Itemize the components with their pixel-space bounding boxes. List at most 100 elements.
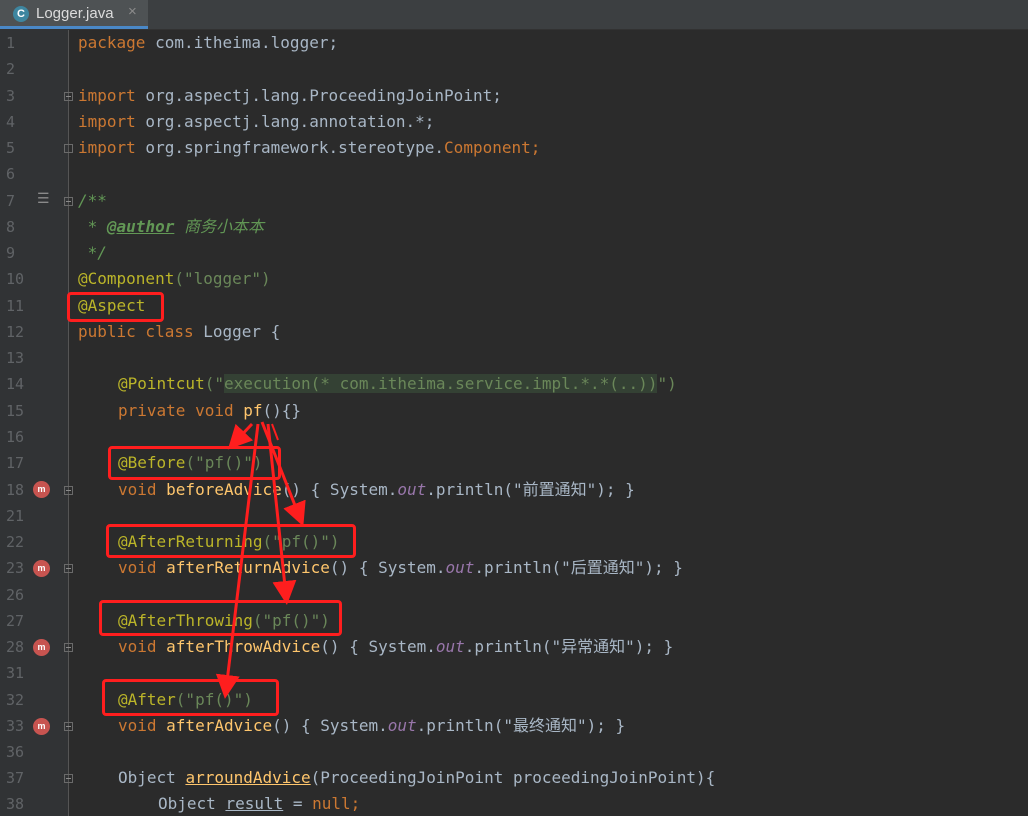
advice-gutter-icon[interactable]: m (33, 639, 50, 656)
keyword: import (78, 112, 136, 131)
method-name: beforeAdvice (156, 480, 282, 499)
keyword: import (78, 138, 136, 157)
line-number: 2 (6, 60, 16, 78)
line-number: 14 (6, 375, 25, 393)
line-number: 1 (6, 34, 16, 52)
fold-toggle[interactable] (64, 643, 73, 652)
code-line-28: void afterThrowAdvice() { System.out.pri… (118, 637, 673, 657)
code-text: org.springframework.stereotype. (135, 138, 445, 157)
method-name: pf (233, 401, 263, 420)
code-text: = (283, 794, 313, 813)
code-text: ; (350, 794, 361, 813)
code-text: .println("异常通知"); } (464, 637, 674, 656)
fold-toggle[interactable] (64, 774, 73, 783)
code-text: Logger { (193, 322, 281, 341)
keyword: void (118, 637, 157, 656)
string-literal: ("logger") (174, 269, 271, 288)
code-line-37: Object arroundAdvice(ProceedingJoinPoint… (118, 768, 715, 788)
line-number: 13 (6, 349, 25, 367)
code-line-38: Object result = null; (158, 794, 360, 814)
code-text: () { System. (281, 480, 398, 499)
javadoc-render-icon[interactable]: ☰ (37, 191, 50, 207)
code-line-10: @Component("logger") (78, 269, 271, 289)
static-field: out (387, 716, 417, 735)
keyword: import (78, 86, 136, 105)
code-text: .println("最终通知"); } (416, 716, 626, 735)
static-field: out (397, 480, 427, 499)
code-line-5: import org.springframework.stereotype.Co… (78, 138, 540, 158)
line-number: 21 (6, 507, 25, 525)
line-number: 10 (6, 270, 25, 288)
line-number: 5 (6, 139, 16, 157)
null-literal: null (312, 794, 351, 813)
highlight-box-afterthrowing (99, 600, 342, 636)
editor-tab-bar: C Logger.java × (0, 0, 1028, 30)
line-number: 38 (6, 795, 25, 813)
code-text: ; (530, 138, 541, 157)
line-number: 18 (6, 481, 25, 499)
code-text: (ProceedingJoinPoint proceedingJoinPoint… (310, 768, 716, 787)
line-number: 26 (6, 586, 25, 604)
fold-toggle[interactable] (64, 144, 73, 153)
arrow-stub (271, 423, 279, 441)
keyword: package (78, 33, 146, 52)
keyword: void (118, 716, 157, 735)
highlight-box-aspect (67, 292, 164, 322)
fold-toggle[interactable] (64, 564, 73, 573)
close-icon[interactable]: × (128, 3, 137, 20)
fold-toggle[interactable] (64, 197, 73, 206)
highlight-box-before (108, 446, 281, 480)
line-number: 3 (6, 87, 16, 105)
line-number: 8 (6, 218, 16, 236)
code-line-3: import org.aspectj.lang.ProceedingJoinPo… (78, 86, 502, 106)
code-line-15: private void pf(){} (118, 401, 301, 421)
line-number: 32 (6, 691, 25, 709)
advice-gutter-icon[interactable]: m (33, 718, 50, 735)
line-number: 23 (6, 559, 25, 577)
code-line-9: */ (78, 243, 107, 262)
line-number: 36 (6, 743, 25, 761)
line-number: 15 (6, 402, 25, 420)
highlight-box-afterreturning (106, 524, 356, 558)
fold-toggle[interactable] (64, 92, 73, 101)
advice-gutter-icon[interactable]: m (33, 481, 50, 498)
code-line-4: import org.aspectj.lang.annotation.*; (78, 112, 434, 132)
variable-name: result (225, 794, 284, 813)
code-line-1: package com.itheima.logger; (78, 33, 338, 53)
static-field: out (435, 637, 465, 656)
annotation: @Component (78, 269, 175, 288)
line-number: 33 (6, 717, 25, 735)
method-name: afterAdvice (156, 716, 273, 735)
code-line-12: public class Logger { (78, 322, 280, 342)
advice-gutter-icon[interactable]: m (33, 560, 50, 577)
code-text: () { System. (320, 637, 436, 656)
line-number: 27 (6, 612, 25, 630)
static-field: out (445, 558, 475, 577)
method-name: arroundAdvice (185, 768, 311, 787)
java-class-icon: C (13, 6, 29, 22)
code-line-18: void beforeAdvice() { System.out.println… (118, 480, 635, 500)
fold-toggle[interactable] (64, 722, 73, 731)
fold-toggle[interactable] (64, 486, 73, 495)
code-text: (){} (262, 401, 302, 420)
code-text: com.itheima.logger; (145, 33, 339, 52)
pointcut-expression: execution(* com.itheima.service.impl.*.*… (223, 374, 658, 393)
code-line-7: /** (78, 191, 107, 210)
line-number: 7 (6, 192, 16, 210)
code-text: Object (118, 768, 186, 787)
code-text: .println("前置通知"); } (426, 480, 635, 499)
keyword: public class (78, 322, 194, 341)
keyword: private void (118, 401, 234, 420)
line-number: 22 (6, 533, 25, 551)
line-number: 17 (6, 454, 25, 472)
string-literal: (" (204, 374, 224, 393)
doc-text: 商务小本本 (174, 217, 264, 236)
keyword: void (118, 480, 157, 499)
arrow-to-before (227, 422, 254, 450)
code-text: .println("后置通知"); } (474, 558, 683, 577)
annotation: @Pointcut (118, 374, 205, 393)
code-text: Object (158, 794, 226, 813)
line-number: 12 (6, 323, 25, 341)
tab-logger-java[interactable]: C Logger.java × (0, 0, 148, 29)
line-number: 9 (6, 244, 16, 262)
